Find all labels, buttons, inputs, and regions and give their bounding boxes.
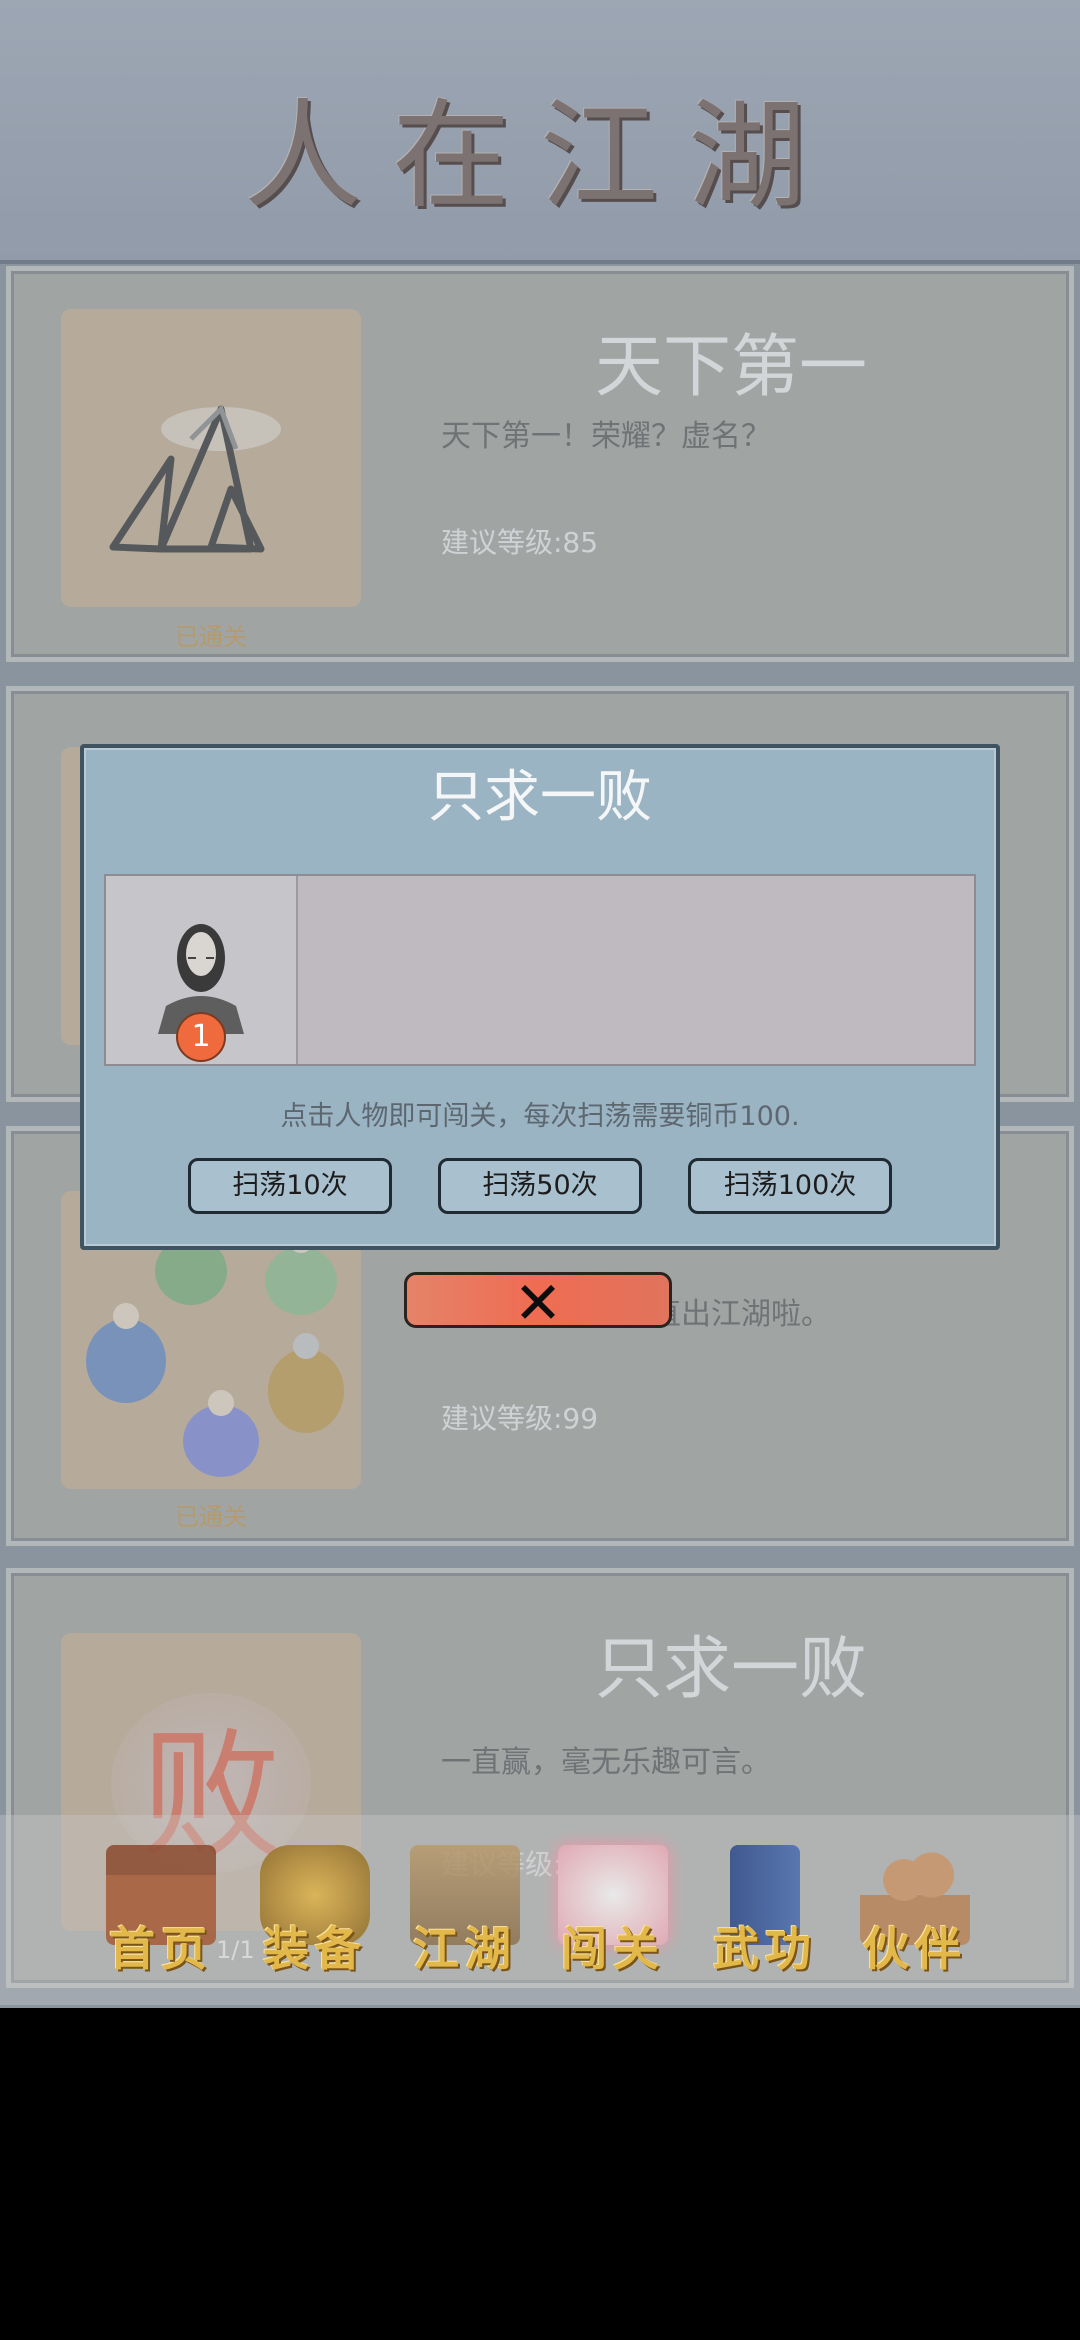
- stage-level: 建议等级:99: [441, 1402, 599, 1435]
- dialog-title: 只求一败: [428, 765, 652, 830]
- game-title: 人在江湖: [243, 87, 836, 225]
- stage-name: 天下第一: [594, 328, 867, 407]
- close-dialog-button[interactable]: ✕: [404, 1269, 672, 1337]
- sweep-hint: 点击人物即可闯关，每次扫荡需要铜币100.: [280, 1101, 800, 1132]
- nav-partners[interactable]: 伙伴: [840, 1845, 990, 1995]
- game-screen: 人在江湖 天下第一 天下第一！荣耀？虚名？ 建议等级:85 已通关 直出江湖啦。…: [0, 0, 1080, 2008]
- nav-label: 首页: [109, 1922, 213, 1976]
- hero-roster: 1: [104, 874, 976, 1066]
- stage-desc: 一直赢，毫无乐趣可言。: [441, 1745, 771, 1780]
- sweep-10-button[interactable]: 扫荡10次: [188, 1158, 392, 1214]
- hero-slot[interactable]: 1: [106, 876, 298, 1064]
- stage-level: 建议等级:85: [441, 526, 599, 559]
- nav-label: 伙伴: [863, 1922, 967, 1976]
- nav-label: 装备: [263, 1922, 367, 1976]
- bottom-nav: 首页 装备 江湖 闯关 武功 伙伴: [0, 1815, 1080, 2005]
- sweep-100-button[interactable]: 扫荡100次: [688, 1158, 892, 1214]
- nav-label: 江湖: [413, 1922, 517, 1976]
- stage-desc: 直出江湖啦。: [651, 1297, 831, 1332]
- nav-label: 闯关: [561, 1922, 665, 1976]
- nav-martial-arts[interactable]: 武功: [690, 1845, 840, 1995]
- nav-equipment[interactable]: 装备: [240, 1845, 390, 1995]
- stage-card-1[interactable]: 天下第一 天下第一！荣耀？虚名？ 建议等级:85 已通关: [6, 266, 1074, 662]
- sweep-50-button[interactable]: 扫荡50次: [438, 1158, 642, 1214]
- nav-home[interactable]: 首页: [86, 1845, 236, 1995]
- stage-desc: 天下第一！荣耀？虚名？: [441, 419, 771, 454]
- stage-cleared-label: 已通关: [175, 623, 247, 651]
- page-indicator: 1/1: [216, 1936, 255, 1964]
- nav-jianghu[interactable]: 江湖: [390, 1845, 540, 1995]
- nav-challenge[interactable]: 闯关: [538, 1845, 688, 1995]
- nav-label: 武功: [713, 1922, 817, 1976]
- title-bar: 人在江湖: [0, 0, 1080, 264]
- sweep-dialog: 只求一败 1 点击人物即可闯关，每次扫荡需要铜币100. 扫荡10次 扫荡50次…: [80, 744, 1000, 1250]
- stage-thumbnail-mountain: [61, 309, 361, 607]
- stage-cleared-label: 已通关: [175, 1503, 247, 1531]
- mountain-icon: [109, 404, 281, 553]
- hero-count-badge: 1: [176, 1012, 226, 1062]
- close-icon: ✕: [513, 1269, 563, 1337]
- stage-name: 只求一败: [594, 1630, 867, 1709]
